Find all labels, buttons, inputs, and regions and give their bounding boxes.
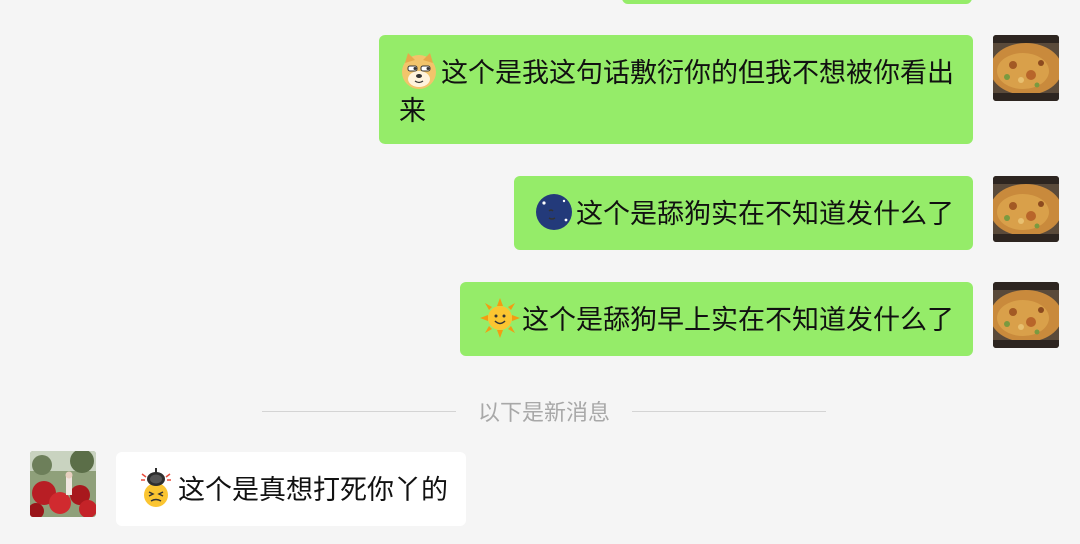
message-bubble-sent[interactable]: 这个是舔狗实在不知道发什么了	[514, 176, 973, 250]
message-bubble-sent[interactable]: 这个是舔狗早上实在不知道发什么了	[460, 282, 973, 356]
my-avatar[interactable]	[993, 176, 1059, 242]
my-avatar[interactable]	[993, 35, 1059, 101]
message-text: 这个是舔狗早上实在不知道发什么了	[522, 305, 954, 336]
message-text: 这个是舔狗实在不知道发什么了	[576, 199, 954, 230]
message-text: 这个是真想打死你丫的	[178, 475, 448, 506]
moon-face-emoji-icon	[534, 192, 574, 232]
divider-line-left	[262, 410, 456, 412]
message-bubble-partial[interactable]	[622, 0, 972, 4]
chat-area[interactable]: 这个是我这句话敷衍你的但我不想被你看出来 这个是舔狗实在不知道发什么了 这个是舔…	[0, 0, 1080, 544]
message-bubble-sent[interactable]: 这个是我这句话敷衍你的但我不想被你看出来	[379, 35, 973, 144]
message-bubble-received[interactable]: 这个是真想打死你丫的	[116, 452, 466, 526]
new-messages-divider: 以下是新消息	[262, 396, 827, 426]
sun-face-emoji-icon	[480, 298, 520, 338]
contact-avatar[interactable]	[30, 451, 96, 517]
message-text: 这个是我这句话敷衍你的但我不想被你看出来	[399, 58, 954, 127]
new-messages-label: 以下是新消息	[478, 401, 611, 426]
frying-pan-emoji-icon	[136, 468, 176, 508]
doge-emoji-icon	[399, 51, 439, 91]
my-avatar[interactable]	[993, 282, 1059, 348]
divider-line-right	[632, 410, 827, 412]
